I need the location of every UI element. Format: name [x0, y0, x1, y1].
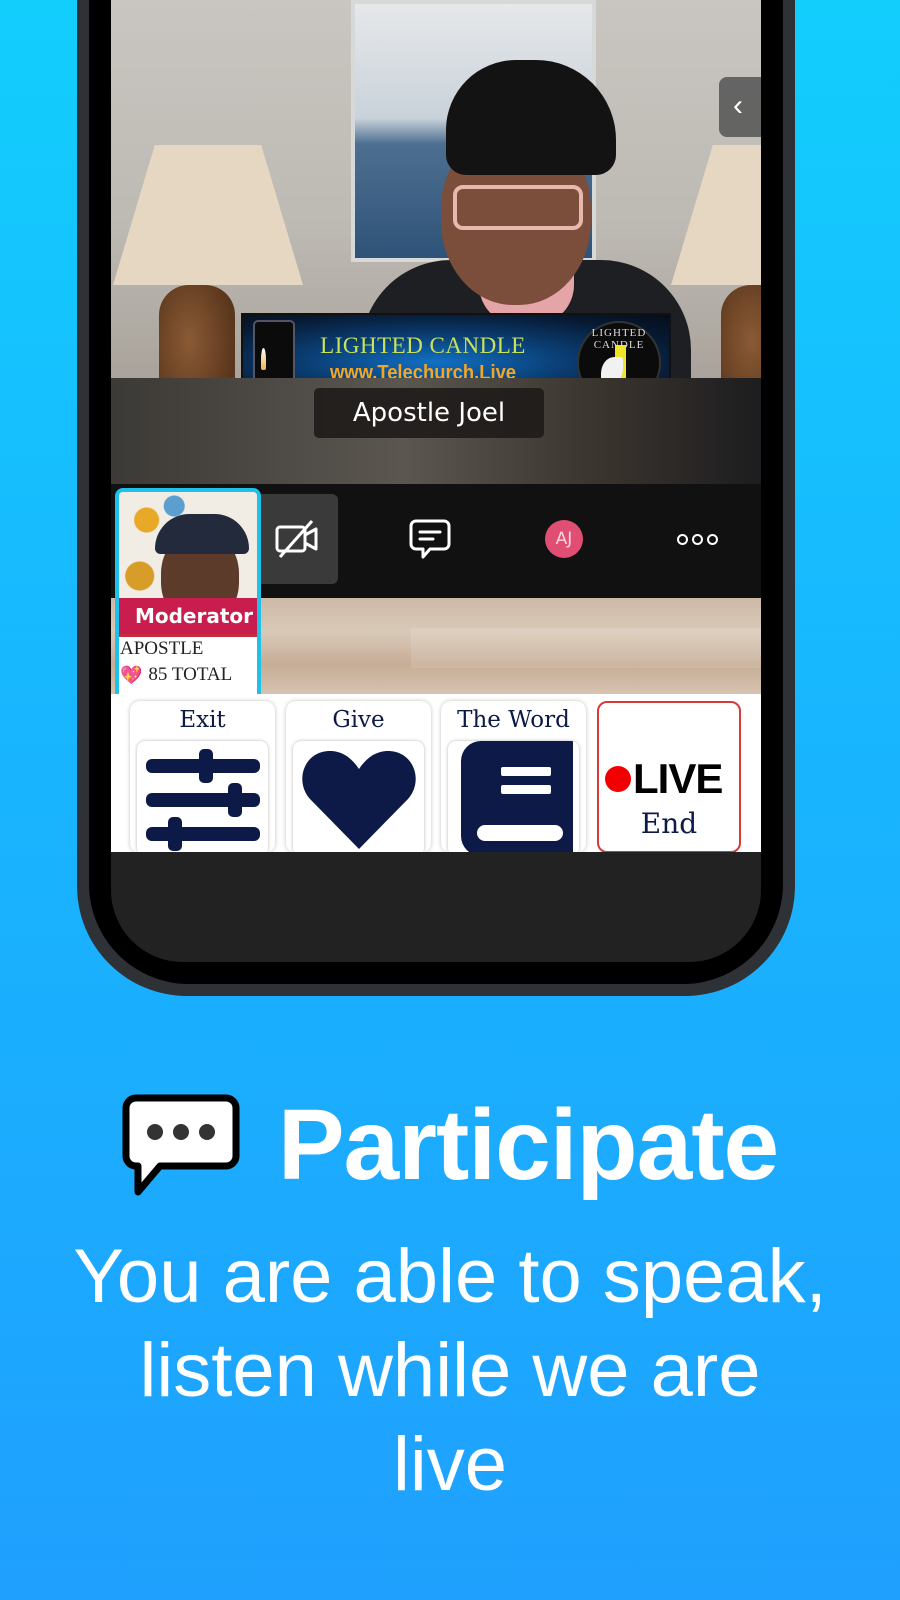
moderator-badge: Moderator	[119, 598, 257, 634]
speaker-glasses	[453, 185, 583, 230]
chat-button[interactable]	[389, 494, 471, 584]
book-icon	[460, 741, 573, 856]
avatar: AJ	[545, 520, 583, 558]
chat-icon	[409, 519, 451, 559]
live-end-button[interactable]: LIVE End	[597, 701, 741, 853]
live-dot-icon	[605, 766, 631, 792]
exit-label: Exit	[179, 707, 226, 733]
phone-screen: LIGHTED CANDLE www.Telechurch.Live LIGHT…	[111, 0, 761, 962]
sliders-icon	[145, 748, 260, 851]
promo-line: live	[392, 1422, 508, 1507]
speaker-name-tag: Apostle Joel	[314, 388, 544, 438]
lighted-candle-banner: LIGHTED CANDLE www.Telechurch.Live LIGHT…	[241, 313, 671, 378]
sparkling-heart-icon: 💖	[120, 664, 143, 685]
action-toolbar: Exit Give The Word LIVE End	[111, 694, 761, 856]
give-label: Give	[332, 707, 385, 733]
camera-off-icon	[275, 520, 318, 558]
exit-button[interactable]: Exit	[130, 701, 275, 856]
more-options-button[interactable]	[656, 494, 738, 584]
total-count: 85 TOTAL	[148, 664, 233, 685]
live-label: LIVE	[633, 755, 723, 802]
side-panel-toggle[interactable]: ‹	[719, 77, 761, 137]
the-word-button[interactable]: The Word	[441, 701, 586, 856]
chevron-left-icon: ‹	[733, 89, 743, 122]
moderator-total: 💖 85 TOTAL	[120, 664, 232, 686]
banner-phone-graphic	[253, 320, 295, 378]
end-label: End	[640, 807, 698, 840]
candle-logo: LIGHTED CANDLE	[577, 321, 661, 378]
promo-line: listen while we are	[139, 1328, 761, 1413]
lamp-shade-left	[113, 145, 303, 285]
heart-icon	[301, 750, 416, 849]
promo-heading: Participate	[0, 1088, 900, 1203]
promo-description: You are able to speak, listen while we a…	[0, 1230, 900, 1512]
lamp-base-left	[159, 285, 235, 378]
lamp-base-right	[721, 285, 761, 378]
camera-toggle-button[interactable]	[256, 494, 338, 584]
speech-bubble-icon	[122, 1094, 240, 1195]
moderator-name: APOSTLE	[120, 638, 204, 659]
navigation-bar	[111, 852, 761, 962]
moderator-tile[interactable]: Moderator APOSTLE 💖 85 TOTAL	[115, 488, 261, 694]
main-video-feed[interactable]: LIGHTED CANDLE www.Telechurch.Live LIGHT…	[111, 0, 761, 378]
more-dots-icon	[676, 533, 718, 545]
the-word-label: The Word	[457, 707, 570, 733]
banner-url: www.Telechurch.Live	[329, 362, 517, 378]
give-button[interactable]: Give	[286, 701, 431, 856]
speaker-name-strip: Apostle Joel	[111, 378, 761, 484]
speaker-headwrap	[446, 60, 616, 175]
moderator-cap	[155, 514, 249, 554]
dove-icon	[601, 357, 623, 378]
promo-line: You are able to speak,	[73, 1234, 827, 1319]
banner-title: LIGHTED CANDLE	[320, 333, 526, 358]
participant-avatar-button[interactable]: AJ	[523, 494, 605, 584]
promo-title: Participate	[277, 1089, 779, 1201]
